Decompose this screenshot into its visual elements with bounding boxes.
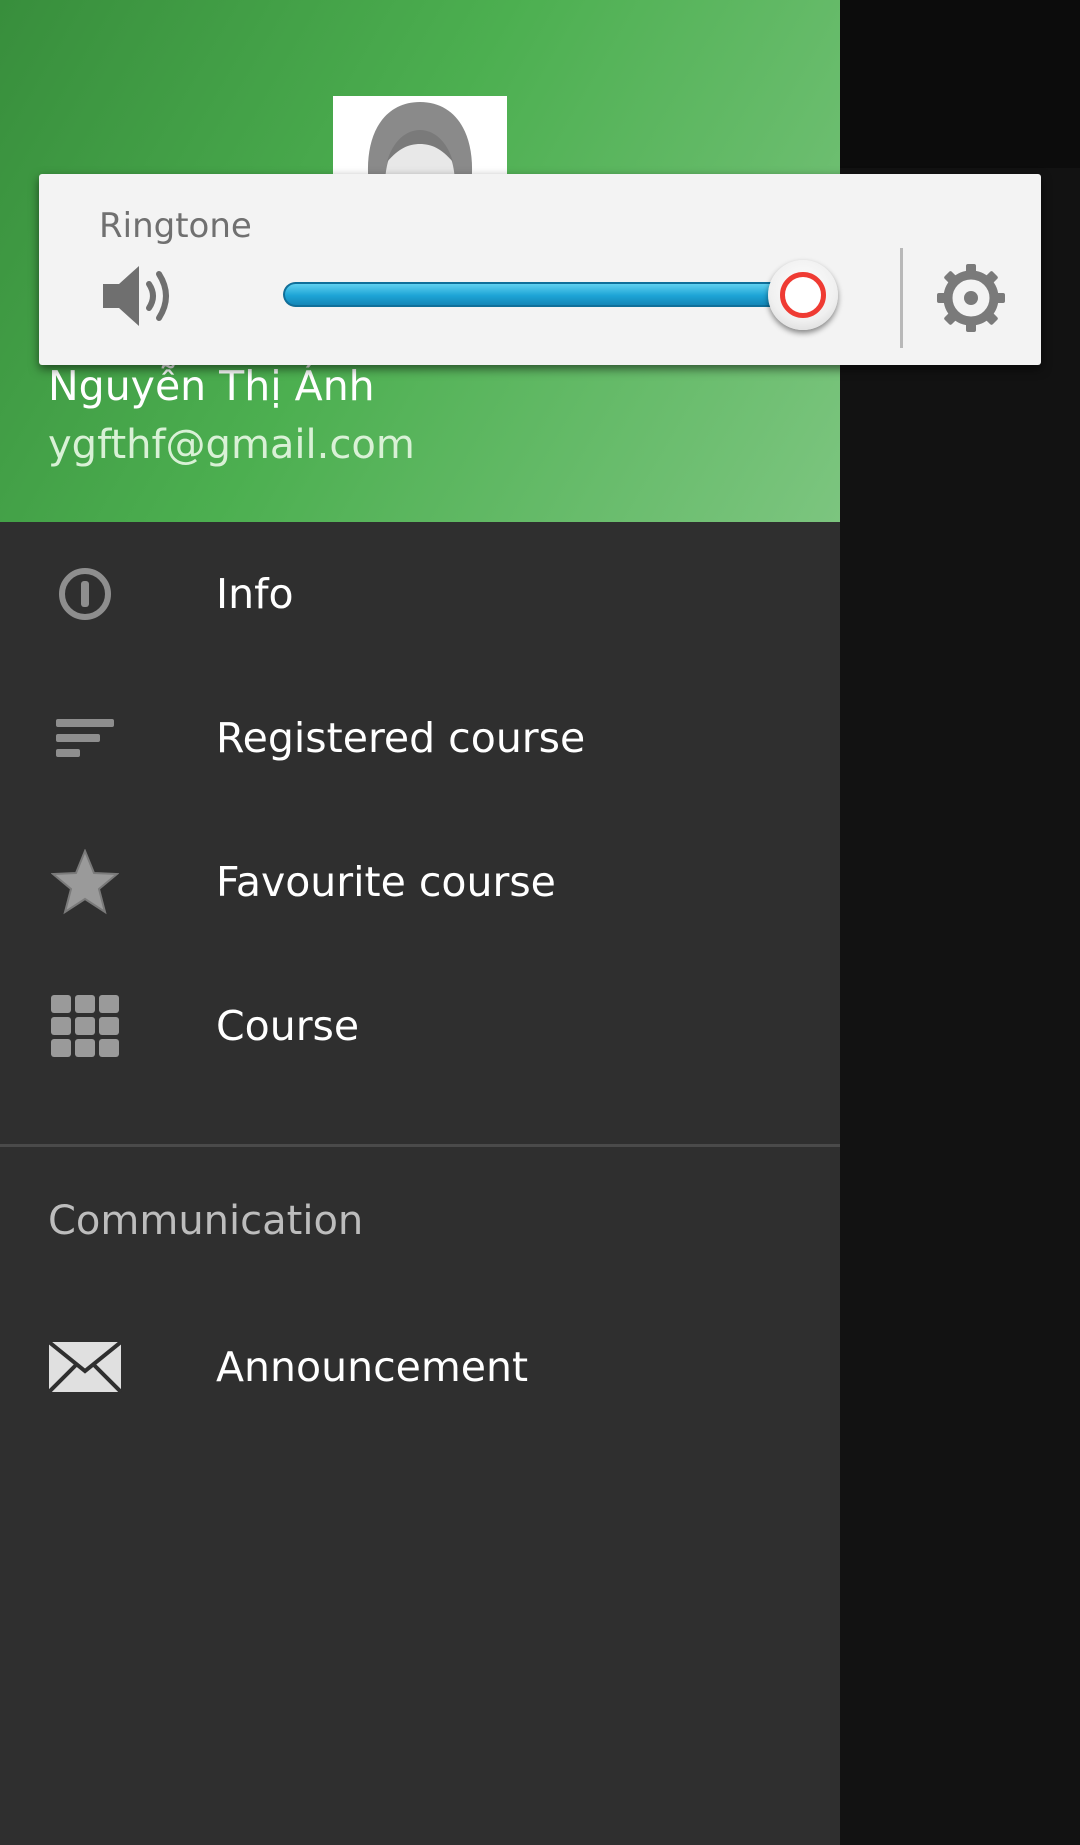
divider	[0, 1144, 840, 1147]
envelope-icon	[48, 1330, 122, 1404]
menu-item-label: Info	[216, 570, 294, 618]
volume-stream-label: Ringtone	[99, 206, 252, 246]
volume-slider-track[interactable]	[283, 282, 823, 307]
volume-slider-thumb[interactable]	[768, 260, 838, 330]
section-header-communication: Communication	[48, 1198, 364, 1244]
drawer-menu: Info Registered course Favourite course …	[0, 522, 840, 1098]
volume-panel: Ringtone	[39, 174, 1041, 365]
screen: Nguyễn Thị Ánh ygfthf@gmail.com Info Reg…	[0, 0, 1080, 1845]
volume-slider-fill	[283, 282, 823, 307]
menu-item-label: Registered course	[216, 714, 586, 762]
avatar[interactable]	[333, 96, 507, 186]
gear-icon	[937, 264, 1005, 332]
star-icon	[48, 845, 122, 919]
user-name: Nguyễn Thị Ánh	[48, 362, 375, 410]
menu-item-course[interactable]: Course	[0, 954, 840, 1098]
menu-item-info[interactable]: Info	[0, 522, 840, 666]
menu-item-favourite-course[interactable]: Favourite course	[0, 810, 840, 954]
sort-list-icon	[48, 701, 122, 775]
background-scrim-top	[840, 0, 1080, 168]
menu-item-label: Course	[216, 1002, 360, 1050]
grid-icon	[48, 989, 122, 1063]
user-avatar-icon	[333, 96, 507, 186]
speaker-icon[interactable]	[101, 262, 179, 330]
user-email: ygfthf@gmail.com	[48, 422, 415, 468]
menu-item-label: Announcement	[216, 1343, 529, 1391]
settings-button[interactable]	[935, 262, 1007, 334]
menu-item-announcement[interactable]: Announcement	[0, 1295, 840, 1439]
panel-separator	[900, 248, 903, 348]
menu-item-registered-course[interactable]: Registered course	[0, 666, 840, 810]
menu-item-label: Favourite course	[216, 858, 556, 906]
info-icon	[48, 557, 122, 631]
